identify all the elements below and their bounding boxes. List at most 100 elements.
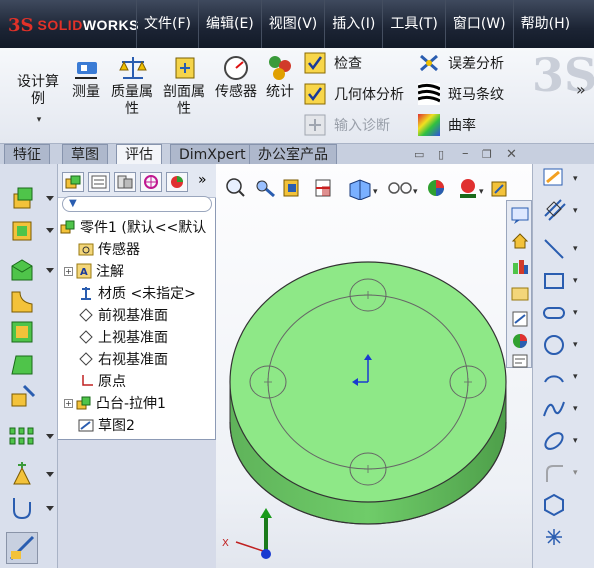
expand-icon[interactable]: + bbox=[64, 266, 73, 276]
fillet-sketch-icon[interactable] bbox=[541, 460, 567, 486]
check-button[interactable]: 检查 bbox=[304, 52, 362, 74]
appearances-icon[interactable] bbox=[510, 331, 530, 351]
chevron-down-icon[interactable]: ▾ bbox=[573, 174, 578, 184]
circle-icon[interactable] bbox=[541, 332, 567, 358]
import-diagnostics-button[interactable]: 输入诊断 bbox=[304, 114, 390, 136]
geometry-check-icon bbox=[304, 83, 326, 105]
curvature-button[interactable]: 曲率 bbox=[418, 114, 476, 136]
tree-item-right-plane[interactable]: 右视基准面 bbox=[78, 348, 168, 370]
point-icon[interactable] bbox=[541, 524, 567, 550]
chevron-down-icon[interactable]: ▾ bbox=[573, 372, 578, 382]
chevron-down-icon[interactable] bbox=[46, 268, 54, 273]
chevron-down-icon[interactable]: ▾ bbox=[573, 436, 578, 446]
sensor-button[interactable]: 传感器 bbox=[213, 54, 259, 101]
split-view-icon[interactable]: ▭ bbox=[414, 148, 424, 161]
menu-tools[interactable]: 工具(T) bbox=[382, 0, 444, 48]
chevron-down-icon[interactable] bbox=[46, 196, 54, 201]
solidworks-logo[interactable]: 3S SOLIDWORKS bbox=[8, 12, 139, 38]
tab-features[interactable]: 特征 bbox=[4, 144, 50, 164]
sketch-icon[interactable] bbox=[541, 164, 567, 190]
feature-tree-tab-icon[interactable] bbox=[62, 172, 84, 192]
tab-evaluate[interactable]: 评估 bbox=[116, 144, 162, 165]
part-3d-model[interactable]: X bbox=[216, 164, 532, 568]
smart-dimension-icon[interactable] bbox=[541, 196, 567, 222]
custom-properties-icon[interactable] bbox=[510, 351, 530, 371]
close-icon[interactable]: ✕ bbox=[506, 147, 517, 162]
restore-icon[interactable]: ❐ bbox=[482, 148, 492, 161]
revolve-boss-icon[interactable] bbox=[8, 216, 36, 244]
chevron-down-icon[interactable]: ▾ bbox=[573, 276, 578, 286]
chevron-down-icon[interactable]: ▾ bbox=[573, 404, 578, 414]
ellipse-icon[interactable] bbox=[541, 428, 567, 454]
extrude-boss-icon[interactable] bbox=[8, 184, 36, 212]
tree-item-annotations[interactable]: + A 注解 bbox=[64, 260, 124, 282]
menu-view[interactable]: 视图(V) bbox=[260, 0, 325, 48]
sweep-icon[interactable] bbox=[8, 256, 36, 284]
arc-icon[interactable] bbox=[541, 364, 567, 390]
minimize-icon[interactable]: – bbox=[462, 146, 469, 161]
menu-insert[interactable]: 插入(I) bbox=[324, 0, 382, 48]
tree-item-sensors[interactable]: 传感器 bbox=[78, 238, 140, 260]
configuration-tab-icon[interactable] bbox=[114, 172, 136, 192]
chevron-down-icon[interactable] bbox=[46, 472, 54, 477]
chevron-down-icon[interactable]: ▾ bbox=[573, 340, 578, 350]
split-horizontal-icon[interactable]: ▯ bbox=[438, 148, 444, 161]
solidworks-resources-icon[interactable] bbox=[510, 205, 530, 225]
draft-icon[interactable] bbox=[8, 350, 36, 378]
chevron-down-icon[interactable]: ▾ bbox=[573, 468, 578, 478]
spline-icon[interactable] bbox=[541, 396, 567, 422]
display-manager-tab-icon[interactable] bbox=[166, 172, 188, 192]
mass-properties-button[interactable]: 质量属性 bbox=[108, 54, 158, 118]
scale-icon bbox=[118, 54, 148, 82]
file-explorer-icon[interactable] bbox=[510, 283, 530, 303]
statistics-button[interactable]: 统计 bbox=[262, 54, 298, 101]
more-chevron-icon[interactable]: » bbox=[576, 80, 586, 99]
slot-icon[interactable] bbox=[541, 300, 567, 326]
menu-file[interactable]: 文件(F) bbox=[136, 0, 198, 48]
more-chevron-icon[interactable]: » bbox=[198, 172, 207, 188]
fillet-icon[interactable] bbox=[8, 288, 36, 316]
wrap-icon[interactable] bbox=[8, 382, 36, 410]
shell-icon[interactable] bbox=[8, 318, 36, 346]
measure-button[interactable]: 测量 bbox=[68, 54, 104, 101]
design-study-button[interactable]: 设计算例 ▾ bbox=[14, 74, 64, 129]
property-manager-tab-icon[interactable] bbox=[88, 172, 110, 192]
tree-item-material[interactable]: 材质 <未指定> bbox=[78, 282, 196, 304]
tree-item-sketch2[interactable]: 草图2 bbox=[78, 414, 135, 436]
chevron-down-icon[interactable] bbox=[46, 506, 54, 511]
deviation-analysis-button[interactable]: 误差分析 bbox=[418, 52, 504, 74]
design-library-icon[interactable] bbox=[510, 257, 530, 277]
tab-sketch[interactable]: 草图 bbox=[62, 144, 108, 164]
tree-root-part[interactable]: 零件1 (默认<<默认 bbox=[60, 216, 206, 238]
curves-icon[interactable] bbox=[8, 494, 36, 522]
dimxpert-tab-icon[interactable] bbox=[140, 172, 162, 192]
menu-window[interactable]: 窗口(W) bbox=[444, 0, 513, 48]
menu-edit[interactable]: 编辑(E) bbox=[197, 0, 261, 48]
chevron-down-icon[interactable]: ▾ bbox=[573, 244, 578, 254]
expand-icon[interactable]: + bbox=[64, 398, 73, 408]
line-icon[interactable] bbox=[541, 236, 567, 262]
chevron-down-icon[interactable]: ▾ bbox=[573, 206, 578, 216]
ds-watermark-icon: 3S bbox=[532, 48, 594, 102]
tree-item-origin[interactable]: 原点 bbox=[78, 370, 126, 392]
tree-filter-input[interactable]: ▼ bbox=[62, 196, 212, 212]
graphics-area[interactable]: ▾ ▾ ▾ X bbox=[216, 164, 532, 568]
view-palette-icon[interactable] bbox=[510, 309, 530, 329]
chevron-down-icon[interactable]: ▾ bbox=[573, 308, 578, 318]
zebra-stripes-button[interactable]: 斑马条纹 bbox=[417, 83, 504, 105]
tree-item-front-plane[interactable]: 前视基准面 bbox=[78, 304, 168, 326]
instant3d-icon[interactable] bbox=[6, 532, 38, 564]
task-pane-tabs bbox=[506, 200, 532, 368]
menu-help[interactable]: 帮助(H) bbox=[512, 0, 577, 48]
chevron-down-icon[interactable] bbox=[46, 434, 54, 439]
rectangle-icon[interactable] bbox=[541, 268, 567, 294]
tree-item-boss-extrude[interactable]: + 凸台-拉伸1 bbox=[64, 392, 166, 414]
chevron-down-icon[interactable] bbox=[46, 228, 54, 233]
home-icon[interactable] bbox=[510, 231, 530, 251]
tree-item-top-plane[interactable]: 上视基准面 bbox=[78, 326, 168, 348]
section-properties-button[interactable]: 剖面属性 bbox=[160, 54, 210, 118]
polygon-icon[interactable] bbox=[541, 492, 567, 518]
reference-geometry-icon[interactable] bbox=[8, 460, 36, 488]
geometry-analysis-button[interactable]: 几何体分析 bbox=[304, 83, 404, 105]
pattern-icon[interactable] bbox=[8, 422, 36, 450]
